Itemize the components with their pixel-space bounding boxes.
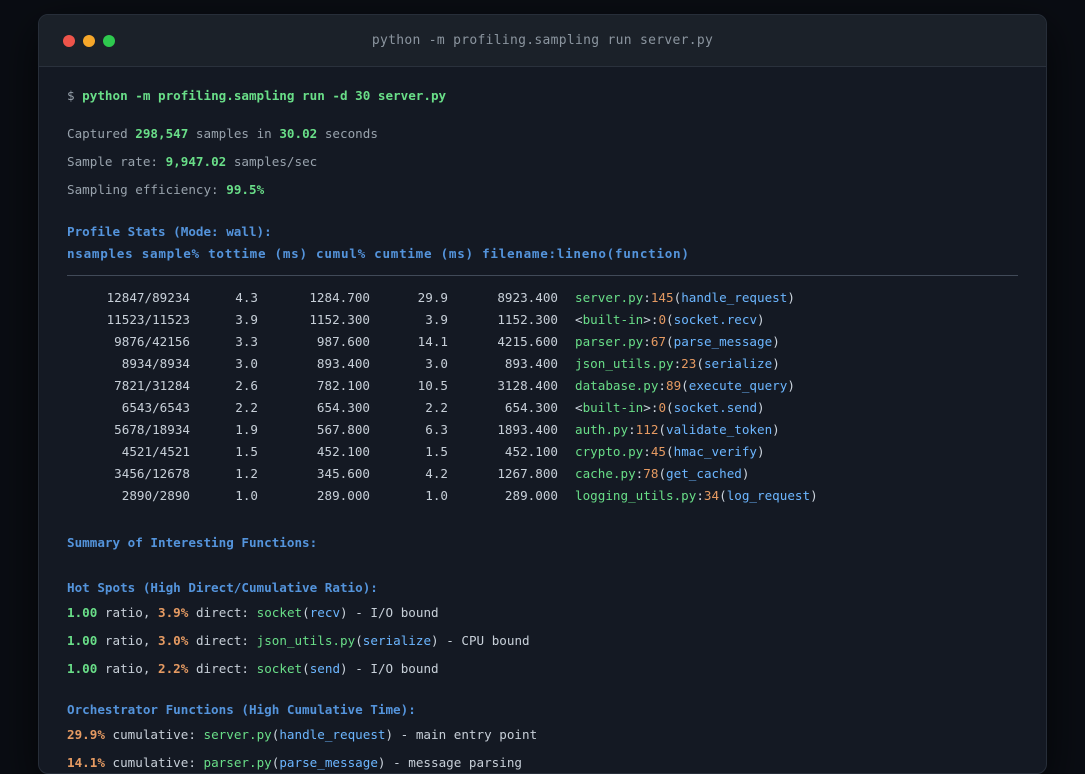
cell-nsamples: 2890/2890 xyxy=(121,488,190,503)
table-row: 3456/12678 1.2 345.600 4.2 1267.800 cache.py:… xyxy=(67,463,1018,485)
cell-tottime_ms: 654.300 xyxy=(316,400,370,415)
cell-cumtime_ms: 8923.400 xyxy=(497,290,558,305)
cell-cumtime_ms: 1267.800 xyxy=(497,466,558,481)
hotspot-line-1: 1.00 ratio, 3.0% direct: json_utils.py(s… xyxy=(67,633,530,648)
cell-tottime_ms: 987.600 xyxy=(316,334,370,349)
close-button[interactable] xyxy=(63,34,75,47)
cell-nsamples: 11523/11523 xyxy=(106,312,190,327)
cell-tottime_ms: 567.800 xyxy=(316,422,370,437)
capture-stat-line-1: Sample rate: 9,947.02 samples/sec xyxy=(67,154,318,169)
cell-tottime_ms: 1284.700 xyxy=(309,290,370,305)
cell-sample_pct: 3.9 xyxy=(235,312,258,327)
profile-stats-title: Profile Stats (Mode: wall): xyxy=(67,224,272,239)
table-row: 11523/11523 3.9 1152.300 3.9 1152.300 <built-… xyxy=(67,309,1018,331)
shell-prompt: $ xyxy=(67,88,83,103)
orchestrator-line-1: 14.1% cumulative: parser.py(parse_messag… xyxy=(67,755,522,770)
cell-location: database.py:89(execute_query) xyxy=(575,378,795,393)
cell-nsamples: 8934/8934 xyxy=(121,356,190,371)
cell-nsamples: 12847/89234 xyxy=(106,290,190,305)
cell-sample_pct: 1.2 xyxy=(235,466,258,481)
cell-cumul_pct: 10.5 xyxy=(417,378,448,393)
cell-location: auth.py:112(validate_token) xyxy=(575,422,780,437)
cell-location: parser.py:67(parse_message) xyxy=(575,334,780,349)
orchestrators-title: Orchestrator Functions (High Cumulative … xyxy=(67,702,416,717)
cell-tottime_ms: 782.100 xyxy=(316,378,370,393)
command-text: python -m profiling.sampling run -d 30 s… xyxy=(82,88,447,103)
table-row: 5678/18934 1.9 567.800 6.3 1893.400 auth.py:1… xyxy=(67,419,1018,441)
hotspot-line-0: 1.00 ratio, 3.9% direct: socket(recv) - … xyxy=(67,605,439,620)
cell-cumul_pct: 3.0 xyxy=(425,356,448,371)
summary-title: Summary of Interesting Functions: xyxy=(67,535,318,550)
maximize-button[interactable] xyxy=(103,34,115,47)
table-row: 4521/4521 1.5 452.100 1.5 452.100 crypto.py:4… xyxy=(67,441,1018,463)
orchestrator-line-0: 29.9% cumulative: server.py(handle_reque… xyxy=(67,727,538,742)
cell-location: cache.py:78(get_cached) xyxy=(575,466,750,481)
terminal-window: python -m profiling.sampling run server.… xyxy=(38,14,1047,774)
cell-nsamples: 6543/6543 xyxy=(121,400,190,415)
titlebar: python -m profiling.sampling run server.… xyxy=(39,15,1046,67)
cell-cumul_pct: 14.1 xyxy=(417,334,448,349)
cell-sample_pct: 2.6 xyxy=(235,378,258,393)
cell-nsamples: 9876/42156 xyxy=(114,334,190,349)
hotspot-line-2: 1.00 ratio, 2.2% direct: socket(send) - … xyxy=(67,661,439,676)
cell-tottime_ms: 1152.300 xyxy=(309,312,370,327)
cell-nsamples: 7821/31284 xyxy=(114,378,190,393)
command-line: $ python -m profiling.sampling run -d 30… xyxy=(67,85,1018,107)
cell-location: <built-in>:0(socket.send) xyxy=(575,400,765,415)
cell-sample_pct: 3.3 xyxy=(235,334,258,349)
traffic-lights xyxy=(39,34,115,47)
cell-cumtime_ms: 4215.600 xyxy=(497,334,558,349)
cell-cumul_pct: 1.0 xyxy=(425,488,448,503)
cell-sample_pct: 3.0 xyxy=(235,356,258,371)
cell-cumtime_ms: 1893.400 xyxy=(497,422,558,437)
profile-table: 12847/89234 4.3 1284.700 29.9 8923.400 server… xyxy=(67,287,1018,507)
cell-nsamples: 3456/12678 xyxy=(114,466,190,481)
cell-cumul_pct: 29.9 xyxy=(417,290,448,305)
cell-sample_pct: 1.0 xyxy=(235,488,258,503)
terminal-content[interactable]: $ python -m profiling.sampling run -d 30… xyxy=(39,67,1046,773)
cell-nsamples: 4521/4521 xyxy=(121,444,190,459)
table-header: nsamples sample% tottime (ms) cumul% cum… xyxy=(67,246,690,261)
cell-cumul_pct: 6.3 xyxy=(425,422,448,437)
cell-location: server.py:145(handle_request) xyxy=(575,290,795,305)
orchestrator-lines: 29.9% cumulative: server.py(handle_reque… xyxy=(67,721,1018,773)
hotspots-title: Hot Spots (High Direct/Cumulative Ratio)… xyxy=(67,580,378,595)
cell-cumul_pct: 3.9 xyxy=(425,312,448,327)
cell-tottime_ms: 452.100 xyxy=(316,444,370,459)
capture-stats: Captured 298,547 samples in 30.02 second… xyxy=(67,120,1018,204)
cell-cumul_pct: 4.2 xyxy=(425,466,448,481)
table-row: 2890/2890 1.0 289.000 1.0 289.000 logging_uti… xyxy=(67,485,1018,507)
cell-sample_pct: 2.2 xyxy=(235,400,258,415)
cell-cumul_pct: 1.5 xyxy=(425,444,448,459)
cell-cumtime_ms: 289.000 xyxy=(504,488,558,503)
cell-sample_pct: 1.5 xyxy=(235,444,258,459)
cell-tottime_ms: 289.000 xyxy=(316,488,370,503)
table-row: 9876/42156 3.3 987.600 14.1 4215.600 parser.p… xyxy=(67,331,1018,353)
cell-location: logging_utils.py:34(log_request) xyxy=(575,488,818,503)
cell-location: json_utils.py:23(serialize) xyxy=(575,356,780,371)
table-row: 8934/8934 3.0 893.400 3.0 893.400 json_utils.… xyxy=(67,353,1018,375)
cell-nsamples: 5678/18934 xyxy=(114,422,190,437)
cell-cumul_pct: 2.2 xyxy=(425,400,448,415)
capture-stat-line-0: Captured 298,547 samples in 30.02 second… xyxy=(67,126,378,141)
cell-cumtime_ms: 654.300 xyxy=(504,400,558,415)
hotspot-lines: 1.00 ratio, 3.9% direct: socket(recv) - … xyxy=(67,599,1018,683)
table-divider xyxy=(67,275,1018,276)
cell-cumtime_ms: 3128.400 xyxy=(497,378,558,393)
cell-tottime_ms: 345.600 xyxy=(316,466,370,481)
minimize-button[interactable] xyxy=(83,34,95,47)
table-row: 6543/6543 2.2 654.300 2.2 654.300 <built-in>:… xyxy=(67,397,1018,419)
table-row: 7821/31284 2.6 782.100 10.5 3128.400 database… xyxy=(67,375,1018,397)
capture-stat-line-2: Sampling efficiency: 99.5% xyxy=(67,182,265,197)
cell-tottime_ms: 893.400 xyxy=(316,356,370,371)
cell-location: <built-in>:0(socket.recv) xyxy=(575,312,765,327)
cell-cumtime_ms: 452.100 xyxy=(504,444,558,459)
cell-cumtime_ms: 1152.300 xyxy=(497,312,558,327)
table-row: 12847/89234 4.3 1284.700 29.9 8923.400 server… xyxy=(67,287,1018,309)
cell-sample_pct: 4.3 xyxy=(235,290,258,305)
cell-cumtime_ms: 893.400 xyxy=(504,356,558,371)
window-title: python -m profiling.sampling run server.… xyxy=(371,33,714,48)
cell-sample_pct: 1.9 xyxy=(235,422,258,437)
cell-location: crypto.py:45(hmac_verify) xyxy=(575,444,765,459)
